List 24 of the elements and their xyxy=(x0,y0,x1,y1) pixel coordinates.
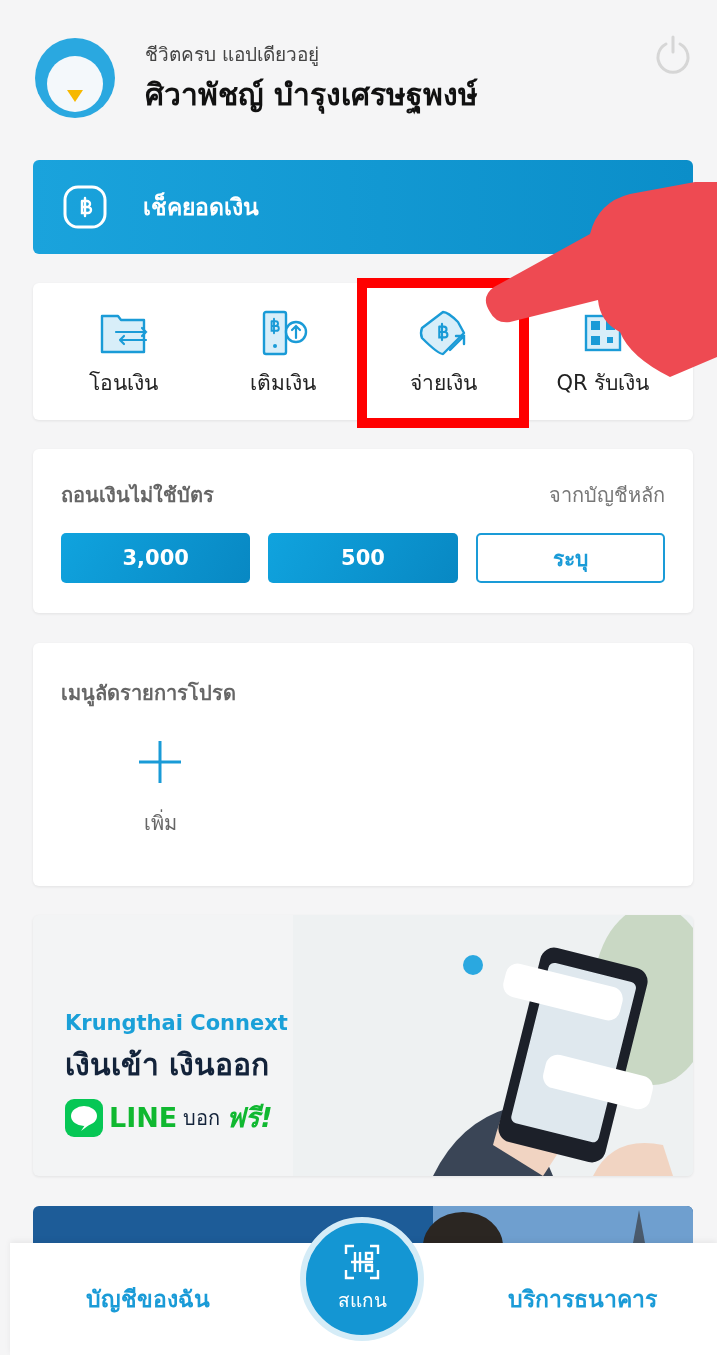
card-title: เมนูลัดรายการโปรด xyxy=(61,680,237,709)
user-name: ศิวาพัชญ์ บำรุงเศรษฐพงษ์ xyxy=(145,75,480,116)
tagline: ชีวิตครบ แอปเดียวอยู่ xyxy=(145,41,321,68)
amount-button[interactable]: 3,000 xyxy=(61,533,251,583)
avatar-icon xyxy=(35,38,115,118)
source-account: จากบัญชีหลัก xyxy=(549,482,665,509)
free-label: ฟรี! xyxy=(226,1101,273,1135)
line-message: บอก xyxy=(183,1104,221,1132)
baht-icon xyxy=(63,185,107,229)
nav-tab[interactable]: บัญชีของฉัน xyxy=(86,1281,210,1317)
add-button[interactable]: เพิ่ม xyxy=(137,739,183,839)
nav-tab[interactable]: บริการธนาคาร xyxy=(508,1281,657,1317)
check-balance-button[interactable]: เช็คยอดเงิน xyxy=(33,160,693,254)
chat-logo-icon xyxy=(65,1098,103,1137)
promo-banner[interactable]: Krungthai Connext เงินเข้า เงินออก LINE บอก ฟรี! xyxy=(33,915,693,1176)
scan-button[interactable]: สแกน xyxy=(300,1217,424,1341)
brand-name: Krungthai Connext xyxy=(65,1011,289,1035)
line-label: LINE xyxy=(109,1102,178,1133)
scan-icon xyxy=(343,1243,381,1281)
amount-button[interactable]: 500 xyxy=(268,533,458,583)
plus-icon xyxy=(137,739,183,785)
card-title: ถอนเงินไม่ใช้บัตร xyxy=(61,482,214,509)
headline: เงินเข้า เงินออก xyxy=(65,1046,271,1084)
amount-button[interactable]: ระบุ xyxy=(475,533,665,583)
